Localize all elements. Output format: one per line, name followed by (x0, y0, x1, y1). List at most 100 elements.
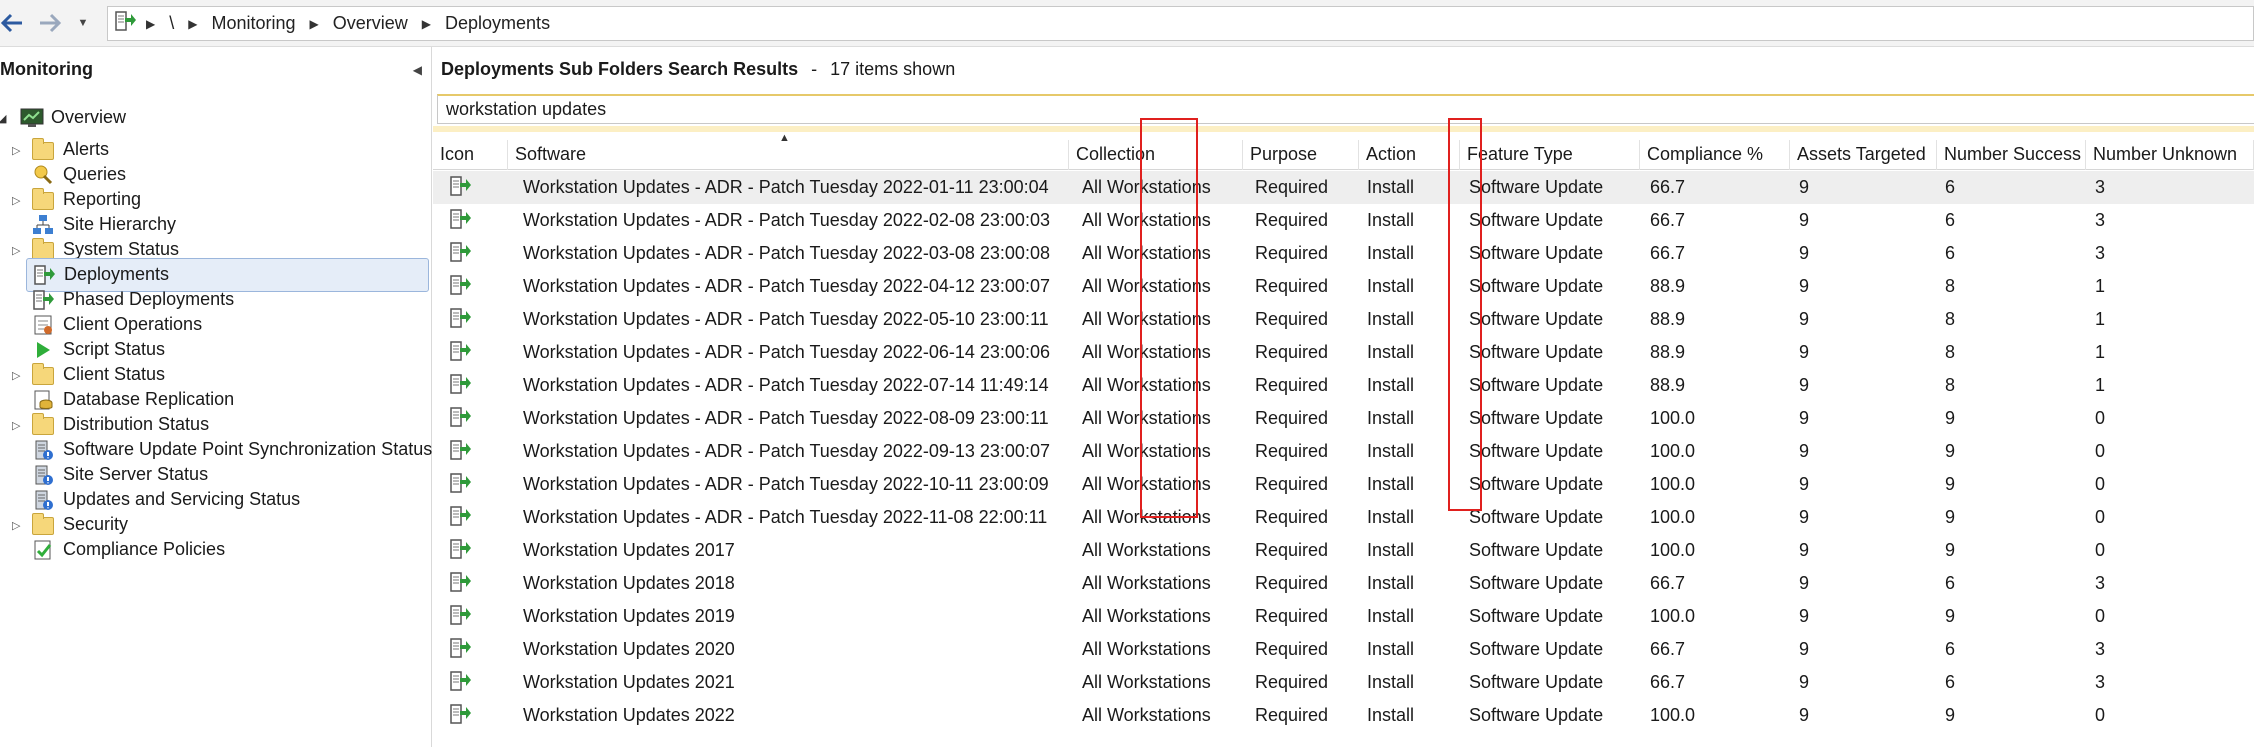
table-row[interactable]: Workstation Updates 2020 All Workstations… (433, 633, 2254, 666)
cell-collection: All Workstations (1082, 177, 1211, 197)
expand-triangle-icon[interactable]: ▷ (12, 419, 20, 432)
cell-compliance: 66.7 (1650, 639, 1686, 659)
expand-triangle-icon[interactable]: ▷ (12, 519, 20, 532)
cell-purpose: Required (1255, 243, 1329, 263)
table-row[interactable]: Workstation Updates - ADR - Patch Tuesda… (433, 336, 2254, 369)
table-row[interactable]: Workstation Updates - ADR - Patch Tuesda… (433, 402, 2254, 435)
cell-feature: Software Update (1469, 639, 1604, 659)
navigation-pane: Monitoring ◀ ◢ Overview ▷ Alerts Queries ▷ R… (0, 47, 432, 747)
table-row[interactable]: Workstation Updates 2017 All Workstations… (433, 534, 2254, 567)
cell-targeted: 9 (1799, 309, 1810, 329)
column-header-action[interactable]: Action (1359, 140, 1460, 170)
forward-button[interactable] (34, 8, 66, 38)
nav-item-compliance-policies[interactable]: Compliance Policies (0, 534, 430, 566)
cell-action: Install (1367, 705, 1415, 725)
cell-compliance: 66.7 (1650, 243, 1686, 263)
cell-software: Workstation Updates - ADR - Patch Tuesda… (523, 408, 1049, 428)
cell-compliance: 100.0 (1650, 474, 1696, 494)
cell-unknown: 3 (2095, 672, 2106, 692)
nav-item-label: Client Operations (63, 314, 203, 334)
cell-purpose: Required (1255, 276, 1329, 296)
table-row[interactable]: Workstation Updates - ADR - Patch Tuesda… (433, 237, 2254, 270)
folder-icon (32, 363, 56, 386)
column-header-compliance[interactable]: Compliance % (1640, 140, 1790, 170)
expand-triangle-icon[interactable]: ▷ (12, 244, 20, 257)
back-button[interactable] (0, 8, 28, 38)
column-header-icon[interactable]: Icon (433, 140, 508, 170)
cell-action: Install (1367, 408, 1415, 428)
cell-purpose: Required (1255, 177, 1329, 197)
nav-item-label: System Status (63, 239, 180, 259)
deployment-icon (449, 439, 471, 466)
table-row[interactable]: Workstation Updates - ADR - Patch Tuesda… (433, 369, 2254, 402)
cell-action: Install (1367, 507, 1415, 527)
address-toolbar: ▼ ▶ \ ▶ Monitoring ▶ Overview ▶ Deployme… (0, 0, 2254, 47)
cell-collection: All Workstations (1082, 540, 1211, 560)
search-input[interactable]: workstation updates (437, 94, 2254, 124)
expanded-triangle-icon[interactable]: ◢ (0, 112, 6, 125)
cell-action: Install (1367, 474, 1415, 494)
table-row[interactable]: Workstation Updates - ADR - Patch Tuesda… (433, 204, 2254, 237)
cell-purpose: Required (1255, 639, 1329, 659)
deployment-icon (449, 241, 471, 268)
cell-software: Workstation Updates - ADR - Patch Tuesda… (523, 441, 1050, 461)
table-row[interactable]: Workstation Updates 2019 All Workstations… (433, 600, 2254, 633)
cell-collection: All Workstations (1082, 441, 1211, 461)
table-row[interactable]: Workstation Updates 2018 All Workstations… (433, 567, 2254, 600)
cell-collection: All Workstations (1082, 375, 1211, 395)
column-header-number-unknown[interactable]: Number Unknown (2086, 140, 2254, 170)
table-row[interactable]: Workstation Updates - ADR - Patch Tuesda… (433, 171, 2254, 204)
cell-success: 6 (1945, 210, 1956, 230)
breadcrumb-monitoring[interactable]: Monitoring (201, 13, 305, 34)
cell-feature: Software Update (1469, 309, 1604, 329)
folder-icon (32, 413, 56, 436)
cell-software: Workstation Updates - ADR - Patch Tuesda… (523, 507, 1048, 527)
collapse-pane-icon[interactable]: ◀ (413, 63, 422, 77)
cell-targeted: 9 (1799, 408, 1810, 428)
cell-feature: Software Update (1469, 276, 1604, 296)
cell-targeted: 9 (1799, 210, 1810, 230)
cell-targeted: 9 (1799, 375, 1810, 395)
table-row[interactable]: Workstation Updates - ADR - Patch Tuesda… (433, 270, 2254, 303)
table-row[interactable]: Workstation Updates - ADR - Patch Tuesda… (433, 303, 2254, 336)
cell-collection: All Workstations (1082, 672, 1211, 692)
table-row[interactable]: Workstation Updates - ADR - Patch Tuesda… (433, 501, 2254, 534)
cell-success: 6 (1945, 639, 1956, 659)
deployment-icon (449, 637, 471, 664)
table-row[interactable]: Workstation Updates 2021 All Workstations… (433, 666, 2254, 699)
column-header-feature-type[interactable]: Feature Type (1460, 140, 1640, 170)
table-row[interactable]: Workstation Updates - ADR - Patch Tuesda… (433, 468, 2254, 501)
table-row[interactable]: Workstation Updates 2022 All Workstations… (433, 699, 2254, 732)
column-header-software[interactable]: Software (508, 140, 1069, 170)
cell-unknown: 0 (2095, 441, 2106, 461)
history-dropdown-button[interactable]: ▼ (72, 8, 94, 38)
cell-action: Install (1367, 342, 1415, 362)
column-header-assets-targeted[interactable]: Assets Targeted (1790, 140, 1937, 170)
queries-icon (32, 164, 56, 186)
breadcrumb-deployments[interactable]: Deployments (435, 13, 560, 34)
deployment-icon (449, 340, 471, 367)
cell-targeted: 9 (1799, 441, 1810, 461)
results-title: Deployments Sub Folders Search Results (441, 59, 799, 79)
cell-success: 8 (1945, 342, 1956, 362)
cell-targeted: 9 (1799, 705, 1810, 725)
cell-compliance: 88.9 (1650, 342, 1686, 362)
deployment-icon (449, 505, 471, 532)
column-header-number-success[interactable]: Number Success (1937, 140, 2086, 170)
breadcrumb-overview[interactable]: Overview (323, 13, 418, 34)
nav-item-overview[interactable]: ◢ Overview (0, 102, 430, 134)
expand-triangle-icon[interactable]: ▷ (12, 194, 20, 207)
column-header-purpose[interactable]: Purpose (1243, 140, 1359, 170)
breadcrumb[interactable]: ▶ \ ▶ Monitoring ▶ Overview ▶ Deployment… (107, 6, 2254, 41)
column-header-collection[interactable]: Collection (1069, 140, 1243, 170)
title-separator: - (811, 59, 818, 79)
breadcrumb-root[interactable]: \ (159, 13, 184, 34)
expand-triangle-icon[interactable]: ▷ (12, 144, 20, 157)
cell-collection: All Workstations (1082, 276, 1211, 296)
navigation-header: Monitoring ◀ (0, 59, 432, 87)
table-row[interactable]: Workstation Updates - ADR - Patch Tuesda… (433, 435, 2254, 468)
cell-feature: Software Update (1469, 177, 1604, 197)
expand-triangle-icon[interactable]: ▷ (12, 369, 20, 382)
cell-action: Install (1367, 276, 1415, 296)
cell-targeted: 9 (1799, 573, 1810, 593)
